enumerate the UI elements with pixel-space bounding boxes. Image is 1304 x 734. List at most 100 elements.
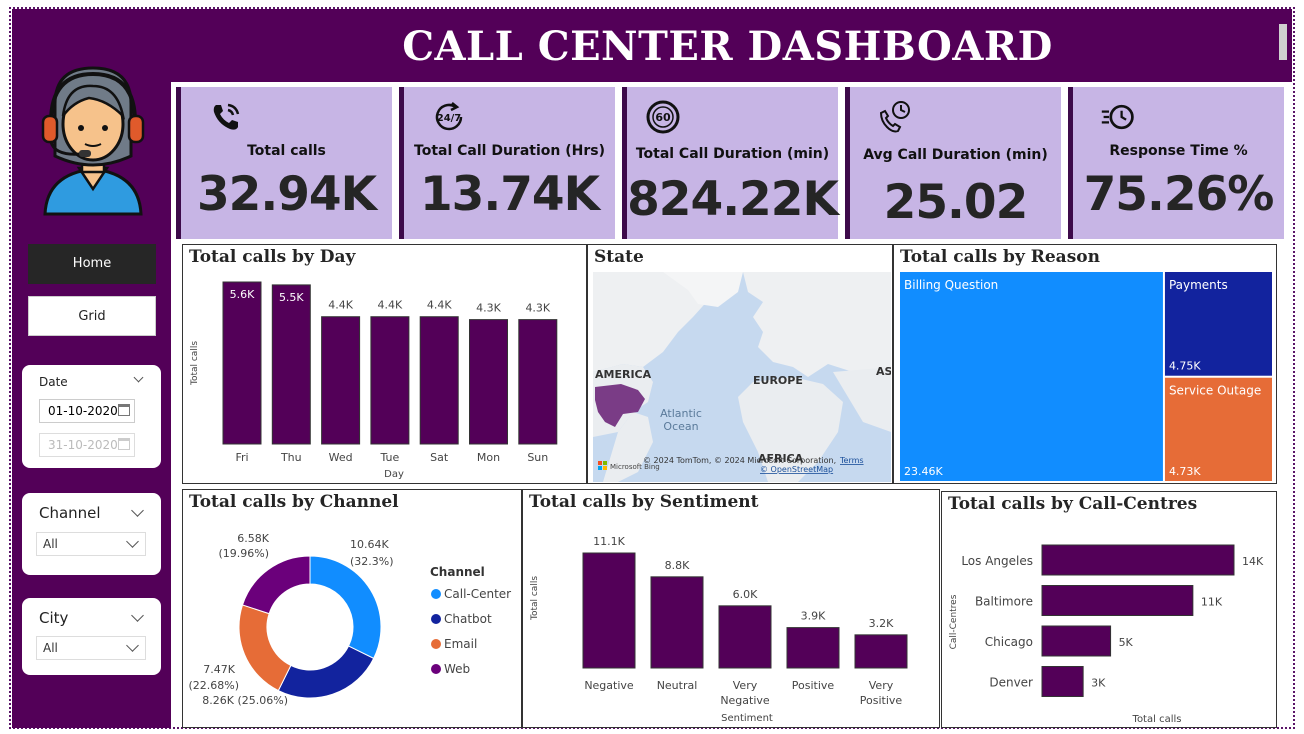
bar (321, 316, 361, 445)
y-tick-label: Chicago (985, 635, 1033, 649)
city-dropdown[interactable]: All (36, 636, 146, 660)
kpi-value: 75.26% (1083, 167, 1275, 222)
data-label: 4.3K (525, 302, 550, 315)
kpi-value: 824.22K (627, 172, 839, 227)
city-dropdown-value: All (43, 641, 58, 655)
kpi-card-total-calls: Total calls 32.94K (176, 87, 392, 239)
data-label: 6.0K (733, 588, 758, 601)
x-tick-label: Wed (329, 451, 353, 464)
y-axis-label: Total calls (190, 341, 200, 386)
bar (1041, 544, 1235, 576)
kpi-value: 32.94K (196, 167, 377, 222)
60-timer-icon: 60 (646, 100, 680, 134)
data-label: 4.4K (427, 299, 452, 312)
calls-by-sentiment-chart: 11.1K Negative 8.8K Neutral 6.0K Very Negative… (530, 535, 908, 724)
bar (469, 319, 508, 445)
y-axis-label: Total calls (530, 576, 540, 621)
calls-by-reason-panel: Total calls by Reason Billing Question 23… (893, 244, 1277, 484)
data-label: 3.2K (869, 617, 894, 630)
fast-clock-icon (1101, 104, 1134, 130)
map-label-asia: AS (876, 365, 891, 378)
data-label: 5.5K (279, 291, 304, 304)
calendar-icon[interactable] (118, 404, 130, 416)
treemap-value-label: 4.73K (1169, 465, 1201, 478)
call-agent-avatar-icon (41, 66, 145, 216)
data-label: 5K (1119, 636, 1134, 649)
treemap-value-label: 23.46K (904, 465, 943, 478)
calls-by-sentiment-panel: Total calls by Sentiment 11.1K Negative 8.… (522, 489, 940, 728)
kpi-card-total-duration-hrs: 24/7 Total Call Duration (Hrs) 13.74K (399, 87, 615, 239)
bar (854, 634, 908, 669)
percent-label: (19.96%) (218, 547, 269, 560)
state-map[interactable]: AMERICA EUROPE AS AFRICA Atlantic Ocean … (593, 272, 891, 482)
legend-marker (431, 589, 441, 599)
x-tick-label: Sat (430, 451, 449, 464)
calendar-icon[interactable] (118, 438, 130, 450)
donut-slice (309, 555, 382, 660)
end-date-input[interactable]: 31-10-2020 (39, 433, 135, 457)
start-date-value: 01-10-2020 (48, 404, 118, 418)
data-label: 8.8K (665, 559, 690, 572)
chevron-down-icon[interactable] (133, 372, 144, 383)
map-osm-link[interactable]: © OpenStreetMap (760, 465, 833, 474)
y-tick-label: Los Angeles (961, 554, 1033, 568)
bar (271, 284, 311, 445)
data-label: 4.3K (476, 302, 501, 315)
data-label: 7.47K (203, 663, 235, 676)
page-title: CALL CENTER DASHBOARD (402, 23, 1053, 70)
x-tick-label: Thu (280, 451, 302, 464)
bar (1041, 625, 1112, 657)
data-label: 6.58K (237, 532, 269, 545)
city-slicer-label: City (39, 609, 69, 627)
map-terms-link[interactable]: Terms (839, 456, 864, 465)
y-tick-label: Denver (989, 676, 1033, 690)
donut-slice (241, 555, 311, 615)
bar (370, 316, 410, 445)
calls-by-day-panel: Total calls by Day 5.6K Fri 5.5K Thu 4.4K Wed… (182, 244, 587, 484)
y-tick-label: Baltimore (975, 595, 1033, 609)
kpi-label: Total Call Duration (Hrs) (414, 143, 605, 159)
legend-title: Channel (430, 565, 485, 579)
x-tick-label: Very (869, 679, 894, 692)
x-tick-label: Fri (235, 451, 248, 464)
channel-dropdown[interactable]: All (36, 532, 146, 556)
grid-button[interactable]: Grid (28, 296, 156, 336)
start-date-input[interactable]: 01-10-2020 (39, 399, 135, 423)
24-7-icon: 24/7 (435, 102, 463, 131)
x-tick-label: Sun (527, 451, 548, 464)
svg-text:60: 60 (655, 111, 671, 124)
kpi-card-avg-duration: Avg Call Duration (min) 25.02 (845, 87, 1061, 239)
kpi-label: Total calls (247, 143, 326, 159)
data-label: 3K (1091, 677, 1106, 690)
map-copyright: © 2024 TomTom, © 2024 Microsoft Corporat… (643, 456, 836, 465)
phone-ringing-icon (213, 103, 240, 130)
map-label-ocean: Ocean (663, 420, 698, 433)
data-label: 11.1K (593, 535, 625, 548)
home-button[interactable]: Home (28, 244, 156, 284)
city-slicer: City All (22, 598, 161, 675)
x-axis-label: Sentiment (721, 713, 773, 724)
map-bing-logo: Microsoft Bing (610, 463, 660, 471)
legend-label: Email (444, 637, 477, 651)
legend-marker (431, 664, 441, 674)
chevron-down-icon[interactable] (131, 504, 144, 517)
state-map-panel: State AMERICA EUROPE AS AFRICA Atlantic … (587, 244, 893, 484)
x-axis-label: Total calls (1132, 714, 1182, 725)
calls-by-centres-chart: 14K Los Angeles 11K Baltimore 5K Chicago 3K Den… (949, 544, 1264, 725)
data-label: 11K (1201, 596, 1223, 609)
kpi-value: 25.02 (883, 175, 1029, 230)
chevron-down-icon[interactable] (131, 609, 144, 622)
chart-title: State (594, 247, 644, 267)
data-label: 10.64K (350, 538, 389, 551)
x-tick-label: Negative (720, 694, 770, 707)
map-label-europe: EUROPE (753, 374, 803, 387)
svg-text:24/7: 24/7 (437, 113, 462, 124)
bar (222, 281, 262, 445)
bar (582, 552, 636, 669)
scrollbar[interactable] (1279, 24, 1287, 60)
bar (650, 576, 704, 669)
bar (419, 316, 459, 445)
x-tick-label: Neutral (657, 679, 698, 692)
legend-label: Call-Center (444, 587, 511, 601)
calls-by-channel-panel: Total calls by Channel 10.64K (32.3%) 8.26… (182, 489, 522, 728)
